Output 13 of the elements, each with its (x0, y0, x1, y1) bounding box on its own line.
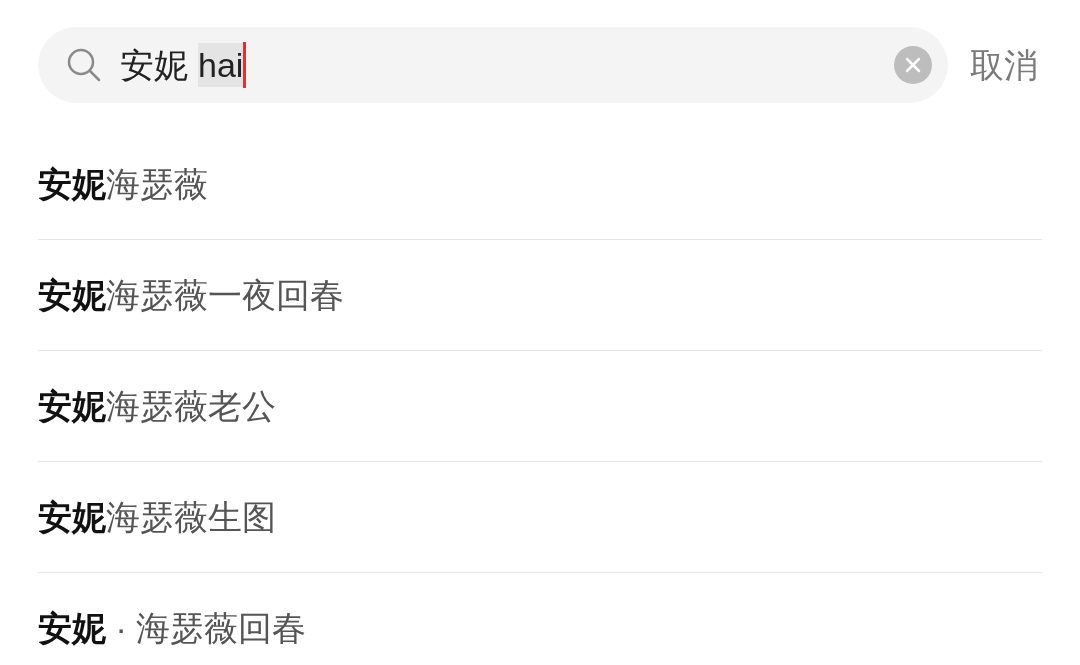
suggestion-item[interactable]: 安妮 · 海瑟薇回春 (38, 603, 307, 654)
search-field[interactable]: 安妮 hai (38, 27, 948, 103)
suggestion-item[interactable]: 安妮海瑟薇一夜回春 (38, 269, 344, 321)
suggestion-item[interactable]: 安妮海瑟薇 (38, 158, 208, 210)
close-icon (905, 57, 921, 73)
cancel-button[interactable]: 取消 (970, 39, 1038, 91)
search-icon (66, 47, 102, 83)
suggestion-item[interactable]: 安妮海瑟薇老公 (38, 380, 276, 432)
clear-button[interactable] (894, 46, 932, 84)
suggestion-item[interactable]: 安妮海瑟薇生图 (38, 491, 276, 543)
search-text: 安妮 (120, 44, 188, 86)
composing-text: hai (198, 43, 244, 87)
text-cursor (243, 42, 247, 88)
